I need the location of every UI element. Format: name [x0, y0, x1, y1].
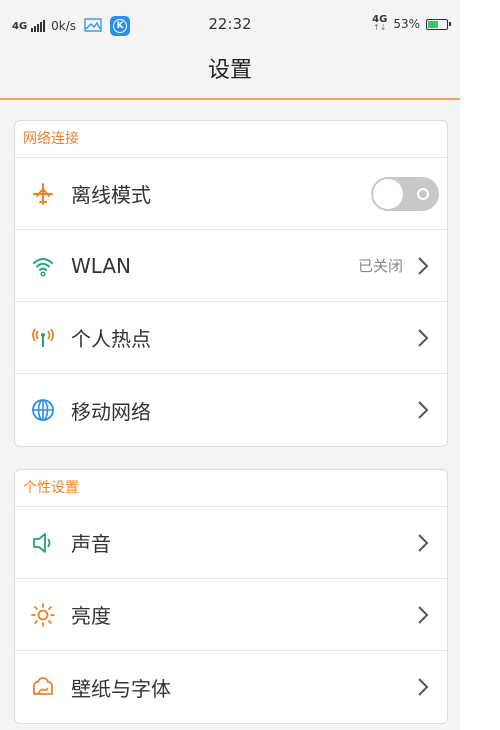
airplane-icon: [29, 180, 57, 208]
page-title: 设置: [207, 58, 252, 83]
offline-mode-row[interactable]: 离线模式: [15, 158, 447, 230]
offline-mode-toggle[interactable]: [371, 176, 439, 211]
chevron-right-icon: [418, 328, 429, 347]
section-title-personal: 个性设置: [15, 470, 447, 507]
chevron-right-icon: [418, 533, 429, 552]
globe-icon: [29, 396, 57, 424]
network-settings-card: 网络连接 离线模式 WLAN 已关闭 个人热点 移动网络: [14, 120, 448, 447]
mobile-network-row[interactable]: 移动网络: [15, 374, 447, 446]
chevron-right-icon: [418, 605, 429, 624]
wlan-row[interactable]: WLAN 已关闭: [15, 230, 447, 302]
mobile-data-icon: 4G ↑↓: [372, 14, 388, 32]
battery-icon: [426, 18, 451, 30]
speaker-icon: [29, 529, 57, 557]
sound-label: 声音: [71, 532, 111, 556]
wallpaper-font-label: 壁纸与字体: [71, 676, 171, 701]
hotspot-label: 个人热点: [71, 327, 151, 351]
hotspot-icon: [29, 324, 57, 352]
battery-percent: 53%: [393, 17, 420, 31]
chevron-right-icon: [418, 401, 429, 419]
personal-settings-card: 个性设置 声音 亮度 壁纸与字体: [14, 469, 448, 724]
wlan-label: WLAN: [71, 253, 132, 278]
brightness-icon: [29, 601, 57, 629]
wallpaper-font-row[interactable]: 壁纸与字体: [15, 651, 447, 723]
settings-screen: 4G 0k/s K 22:32 4G ↑↓ 53% 设置 网络连接 离线模式 W…: [0, 0, 460, 730]
mobile-network-label: 移动网络: [71, 399, 151, 424]
wlan-status: 已关闭: [357, 257, 403, 275]
title-bar: 设置: [0, 48, 460, 100]
brightness-row[interactable]: 亮度: [15, 579, 447, 651]
chevron-right-icon: [418, 256, 429, 275]
section-title-network: 网络连接: [15, 121, 447, 158]
wallpaper-icon: [29, 673, 57, 701]
wifi-icon: [29, 252, 57, 280]
status-bar: 4G 0k/s K 22:32 4G ↑↓ 53%: [0, 0, 460, 48]
sound-row[interactable]: 声音: [15, 507, 447, 579]
brightness-label: 亮度: [71, 604, 111, 628]
hotspot-row[interactable]: 个人热点: [15, 302, 447, 374]
offline-mode-label: 离线模式: [71, 183, 151, 207]
chevron-right-icon: [418, 678, 429, 696]
